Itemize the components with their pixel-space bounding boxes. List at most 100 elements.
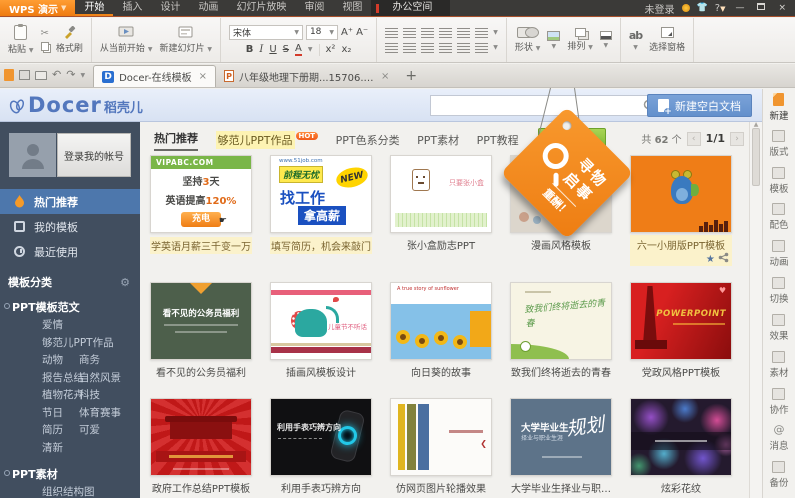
category-fresh[interactable]: 清新: [42, 442, 63, 454]
menu-tab-home[interactable]: 开始: [75, 0, 113, 16]
template-caption[interactable]: 政府工作总结PPT模板: [150, 480, 252, 495]
wps-app-button[interactable]: WPS 演示 ▼: [0, 0, 75, 16]
font-color-caret[interactable]: ▼: [308, 46, 313, 53]
minimize-button[interactable]: —: [732, 0, 747, 16]
template-thumbnail-kids[interactable]: [630, 155, 732, 233]
prev-page-button[interactable]: ‹: [687, 132, 701, 146]
shapes-button[interactable]: 形状 ▼: [515, 27, 541, 53]
template-caption[interactable]: 党政风格PPT模板: [630, 364, 732, 379]
cut-icon[interactable]: ✂: [41, 29, 49, 39]
category-animal[interactable]: 动物: [42, 354, 63, 366]
rail-item-animation[interactable]: 动画: [769, 240, 788, 277]
distribute-button[interactable]: [457, 43, 470, 53]
tab-color-series[interactable]: PPT色系分类: [336, 132, 400, 148]
login-status[interactable]: 未登录: [645, 1, 675, 16]
align-caret[interactable]: ▼: [493, 44, 498, 51]
restore-button[interactable]: [754, 0, 768, 16]
gear-icon[interactable]: ⚙: [120, 276, 130, 289]
copy-icon[interactable]: [41, 42, 49, 51]
close-tab-icon[interactable]: ×: [199, 71, 207, 82]
category-nature[interactable]: 自然风景: [79, 370, 121, 388]
template-search-box[interactable]: [430, 95, 662, 116]
template-caption[interactable]: 填写简历，机会来敲门: [270, 237, 372, 254]
close-button[interactable]: ×: [775, 0, 789, 16]
fill-color-button[interactable]: ▼: [600, 31, 612, 49]
template-caption[interactable]: 仿网页图片轮播效果: [390, 480, 492, 495]
template-caption[interactable]: 大学毕业生择业与职…: [510, 480, 612, 495]
template-thumbnail-elephant[interactable]: 儿童节不听话: [270, 282, 372, 360]
template-thumbnail-box[interactable]: 只要张小盒: [390, 155, 492, 233]
sidebar-item-my-templates[interactable]: 我的模板: [0, 214, 140, 239]
menu-tab-slideshow[interactable]: 幻灯片放映: [227, 0, 295, 16]
template-thumbnail-carousel[interactable]: ❮: [390, 398, 492, 476]
quickbar-caret[interactable]: ▼: [80, 72, 85, 79]
print-icon[interactable]: [35, 71, 47, 80]
font-size-select[interactable]: 18▼: [306, 25, 338, 40]
template-thumbnail-government[interactable]: [150, 398, 252, 476]
sidebar-item-hot[interactable]: 热门推荐: [0, 189, 140, 214]
new-document-icon[interactable]: [4, 69, 14, 81]
menu-tab-animation[interactable]: 动画: [189, 0, 227, 16]
doc-tab-docer[interactable]: D Docer-在线模板 ×: [93, 65, 216, 87]
shrink-font-button[interactable]: A⁻: [356, 27, 368, 38]
bullets-button[interactable]: [385, 28, 398, 38]
rail-item-material[interactable]: 素材: [769, 351, 788, 388]
superscript-button[interactable]: x²: [326, 44, 336, 55]
category-fan-works[interactable]: 够范儿PPT作品: [42, 337, 114, 349]
template-thumbnail-party[interactable]: ♥ POWERPOINT: [630, 282, 732, 360]
category-sports[interactable]: 体育赛事: [79, 405, 121, 423]
category-business[interactable]: 商务: [79, 352, 100, 370]
line-spacing-button[interactable]: [457, 28, 470, 38]
paragraph-caret[interactable]: ▼: [493, 29, 498, 36]
font-name-select[interactable]: 宋体▼: [229, 25, 303, 40]
arrange-button[interactable]: 排列 ▼: [567, 28, 593, 52]
category-resume[interactable]: 简历: [42, 424, 63, 436]
rail-item-message[interactable]: @消息: [769, 424, 788, 461]
align-right-button[interactable]: [421, 43, 434, 53]
template-caption[interactable]: 向日葵的故事: [390, 364, 492, 379]
undo-icon[interactable]: ↶: [52, 69, 61, 81]
tab-fan-works[interactable]: 够范儿PPT作品: [216, 131, 295, 149]
doc-tab-ppt[interactable]: P 八年级地理下册期...15706.ppt ×: [216, 65, 397, 87]
category-org-chart[interactable]: 组织结构图: [42, 486, 95, 498]
template-thumbnail-vipabc-ad[interactable]: VIPABC.COM 坚持3天 英语提高120% 充电 ☛: [150, 155, 252, 233]
next-page-button[interactable]: ›: [730, 132, 744, 146]
category-report[interactable]: 报告总结: [42, 372, 84, 384]
coin-icon[interactable]: [682, 4, 690, 12]
template-caption[interactable]: 学英语月薪三千变一万: [150, 237, 252, 254]
rail-item-template[interactable]: 模板: [769, 167, 788, 204]
align-center-button[interactable]: [403, 43, 416, 53]
category-cute[interactable]: 可爱: [79, 422, 100, 440]
category-plants[interactable]: 植物花卉: [42, 389, 84, 401]
format-painter-button[interactable]: 格式刷: [56, 26, 83, 54]
rail-item-collaborate[interactable]: 协作: [769, 388, 788, 425]
bold-button[interactable]: B: [246, 44, 254, 55]
template-caption[interactable]: 张小盒励志PPT: [390, 237, 492, 252]
template-caption[interactable]: 炫彩花纹: [630, 480, 732, 495]
skin-icon[interactable]: 👕: [697, 3, 708, 13]
align-left-button[interactable]: [385, 43, 398, 53]
numbering-button[interactable]: [403, 28, 416, 38]
increase-indent-button[interactable]: [439, 28, 452, 38]
save-icon[interactable]: [19, 70, 30, 80]
text-direction-button[interactable]: [475, 28, 488, 38]
italic-button[interactable]: I: [259, 44, 263, 55]
tab-ppt-tutorial[interactable]: PPT教程: [477, 132, 519, 148]
template-thumbnail-51job-ad[interactable]: www.51job.com 前程无忧 NEW 找工作 拿高薪: [270, 155, 372, 233]
category-festival[interactable]: 节日: [42, 407, 63, 419]
template-caption[interactable]: 利用手表巧辨方向: [270, 480, 372, 495]
menu-tab-design[interactable]: 设计: [151, 0, 189, 16]
scroll-up-arrow[interactable]: ▲: [750, 121, 762, 128]
tab-hot-recommend[interactable]: 热门推荐: [154, 130, 198, 151]
vertical-scrollbar[interactable]: ▲: [749, 122, 762, 498]
rail-item-color[interactable]: 配色: [769, 203, 788, 240]
rail-item-backup[interactable]: 备份: [769, 461, 788, 498]
rail-item-effect[interactable]: 效果: [769, 314, 788, 351]
template-caption[interactable]: 六一小朋版PPT模板: [633, 237, 729, 252]
template-caption[interactable]: 插画风模板设计: [270, 364, 372, 379]
template-thumbnail-youth[interactable]: 致我们终将逝去的青春: [510, 282, 612, 360]
section-ppt-material[interactable]: PPT素材: [0, 466, 140, 482]
menu-tab-review[interactable]: 审阅: [295, 0, 333, 16]
paste-button[interactable]: 粘贴 ▼: [8, 25, 34, 55]
subscript-button[interactable]: x₂: [341, 44, 351, 55]
